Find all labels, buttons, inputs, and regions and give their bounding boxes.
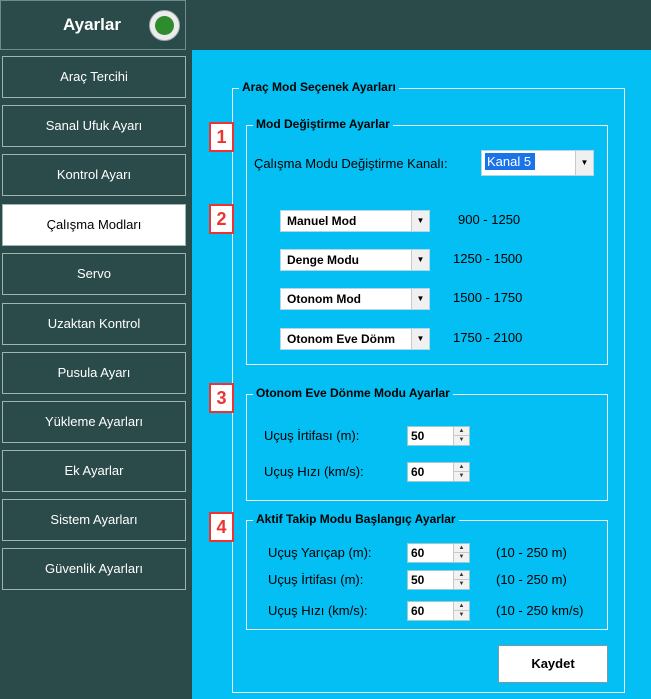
spin-up-icon[interactable]: ▲ [454, 427, 469, 436]
sidebar-item-kontrol-ayari[interactable]: Kontrol Ayarı [2, 154, 186, 196]
chevron-down-icon[interactable]: ▼ [411, 211, 429, 231]
mode-change-title: Mod Değiştirme Ayarlar [253, 117, 393, 131]
mode-select-3-value: Otonom Mod [287, 292, 361, 306]
mode-range-2: 1250 - 1500 [453, 251, 523, 266]
return-home-speed-label: Uçuş Hızı (km/s): [264, 464, 364, 479]
mode-select-1-value: Manuel Mod [287, 214, 357, 228]
title-box: Ayarlar [0, 0, 186, 50]
return-home-altitude-spinner[interactable]: 50 ▲ ▼ [407, 426, 470, 446]
sidebar: Araç Tercihi Sanal Ufuk Ayarı Kontrol Ay… [0, 50, 192, 699]
marker-3: 3 [209, 383, 234, 413]
follow-altitude-value: 50 [411, 573, 425, 587]
return-home-title: Otonom Eve Dönme Modu Ayarlar [253, 386, 453, 400]
mode-select-1[interactable]: Manuel Mod ▼ [280, 210, 430, 232]
mode-range-4: 1750 - 2100 [453, 330, 523, 345]
sidebar-item-sanal-ufuk-ayari[interactable]: Sanal Ufuk Ayarı [2, 105, 186, 147]
follow-speed-label: Uçuş Hızı (km/s): [268, 603, 368, 618]
mode-select-2[interactable]: Denge Modu ▼ [280, 249, 430, 271]
follow-mode-title: Aktif Takip Modu Başlangıç Ayarlar [253, 512, 459, 526]
sidebar-item-guvenlik-ayarlari[interactable]: Güvenlik Ayarları [2, 548, 186, 590]
follow-altitude-spinner[interactable]: 50 ▲ ▼ [407, 570, 470, 590]
save-button[interactable]: Kaydet [498, 645, 608, 683]
sidebar-item-calisma-modlari[interactable]: Çalışma Modları [2, 204, 186, 246]
follow-speed-range: (10 - 250 km/s) [496, 603, 584, 618]
return-home-altitude-value: 50 [411, 429, 425, 443]
spin-down-icon[interactable]: ▼ [454, 580, 469, 589]
chevron-down-icon[interactable]: ▼ [411, 250, 429, 270]
sidebar-item-yukleme-ayarlari[interactable]: Yükleme Ayarları [2, 401, 186, 443]
vehicle-mode-options-title: Araç Mod Seçenek Ayarları [239, 80, 399, 94]
channel-label: Çalışma Modu Değiştirme Kanalı: [254, 156, 448, 171]
follow-speed-spinner[interactable]: 60 ▲ ▼ [407, 601, 470, 621]
follow-altitude-range: (10 - 250 m) [496, 572, 567, 587]
mode-range-3: 1500 - 1750 [453, 290, 523, 305]
return-home-speed-value: 60 [411, 465, 425, 479]
sidebar-item-sistem-ayarlari[interactable]: Sistem Ayarları [2, 499, 186, 541]
mode-range-1: 900 - 1250 [458, 212, 521, 227]
return-home-speed-spinner[interactable]: 60 ▲ ▼ [407, 462, 470, 482]
chevron-down-icon[interactable]: ▼ [575, 151, 593, 175]
mode-select-2-value: Denge Modu [287, 253, 359, 267]
top-bar: Ayarlar [0, 0, 651, 50]
chevron-down-icon[interactable]: ▼ [411, 329, 429, 349]
spin-up-icon[interactable]: ▲ [454, 544, 469, 553]
spin-down-icon[interactable]: ▼ [454, 553, 469, 562]
follow-altitude-label: Uçuş İrtifası (m): [268, 572, 364, 587]
green-circle-logo-icon [149, 10, 180, 41]
mode-select-4-value: Otonom Eve Dönm [287, 332, 396, 346]
sidebar-item-arac-tercihi[interactable]: Araç Tercihi [2, 56, 186, 98]
spin-up-icon[interactable]: ▲ [454, 463, 469, 472]
follow-radius-value: 60 [411, 546, 425, 560]
spin-down-icon[interactable]: ▼ [454, 436, 469, 445]
sidebar-item-uzaktan-kontrol[interactable]: Uzaktan Kontrol [2, 303, 186, 345]
channel-select[interactable]: Kanal 5 ▼ [481, 150, 594, 176]
mode-select-4[interactable]: Otonom Eve Dönm ▼ [280, 328, 430, 350]
follow-radius-label: Uçuş Yarıçap (m): [268, 545, 372, 560]
return-home-group: Otonom Eve Dönme Modu Ayarlar [246, 386, 608, 501]
sidebar-item-ek-ayarlar[interactable]: Ek Ayarlar [2, 450, 186, 492]
sidebar-item-pusula-ayari[interactable]: Pusula Ayarı [2, 352, 186, 394]
channel-select-value: Kanal 5 [485, 153, 536, 170]
chevron-down-icon[interactable]: ▼ [411, 289, 429, 309]
return-home-altitude-label: Uçuş İrtifası (m): [264, 428, 360, 443]
spin-down-icon[interactable]: ▼ [454, 611, 469, 620]
spin-up-icon[interactable]: ▲ [454, 602, 469, 611]
follow-radius-range: (10 - 250 m) [496, 545, 567, 560]
mode-select-3[interactable]: Otonom Mod ▼ [280, 288, 430, 310]
follow-speed-value: 60 [411, 604, 425, 618]
follow-radius-spinner[interactable]: 60 ▲ ▼ [407, 543, 470, 563]
marker-2: 2 [209, 204, 234, 234]
main-panel: Araç Mod Seçenek Ayarları Mod Değiştirme… [192, 50, 651, 699]
spin-down-icon[interactable]: ▼ [454, 472, 469, 481]
app-title: Ayarlar [63, 15, 121, 34]
spin-up-icon[interactable]: ▲ [454, 571, 469, 580]
sidebar-item-servo[interactable]: Servo [2, 253, 186, 295]
marker-4: 4 [209, 512, 234, 542]
marker-1: 1 [209, 122, 234, 152]
